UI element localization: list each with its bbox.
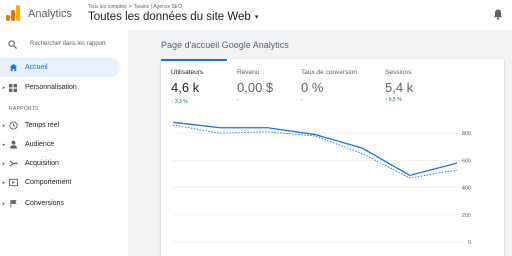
sidebar-item-label: Personnalisation <box>25 84 77 91</box>
breadcrumb: Tous les comptes > Twaino | Agence SEO <box>88 4 182 10</box>
sidebar-item-accueil[interactable]: Accueil <box>0 58 120 77</box>
main-content: Page d'accueil Google Analytics Utilisat… <box>128 30 512 256</box>
home-icon <box>8 63 18 73</box>
report-search[interactable]: Rechercher dans les rapport <box>8 38 123 50</box>
property-selector[interactable]: Toutes les données du site Web ▾ <box>88 11 258 23</box>
sidebar-item-label: Acquisition <box>25 160 59 167</box>
metric-tab-taux-de-conversion[interactable]: Taux de conversion 0 % - <box>291 59 375 111</box>
expand-arrow-icon: ▸ <box>2 179 6 186</box>
sidebar: Rechercher dans les rapport Accueil ▸ Pe… <box>0 30 128 256</box>
metric-tab-revenu[interactable]: Revenu 0,00 $ - <box>227 59 291 111</box>
metric-tab-sessions[interactable]: Sessions 5,4 k ↑ 5,5 % <box>375 59 443 111</box>
users-line-chart: 1 k8006004002000 <box>172 121 471 246</box>
metric-tab-utilisateurs[interactable]: Utilisateurs 4,6 k ↑ 3,3 % <box>161 59 227 111</box>
acquisition-icon <box>8 159 18 169</box>
metric-label: Sessions <box>385 69 412 76</box>
metric-value: 5,4 k <box>385 80 414 95</box>
sidebar-item-label: Temps réel <box>25 122 60 129</box>
metric-change: ↑ 3,3 % <box>171 99 188 105</box>
breadcrumb-item-account[interactable]: Twaino | Agence SEO <box>134 4 183 10</box>
breadcrumb-item-accounts[interactable]: Tous les comptes <box>88 4 127 10</box>
reports-section-title: RAPPORTS <box>9 106 39 112</box>
sidebar-item-label: Conversions <box>25 200 64 207</box>
expand-arrow-icon: ▸ <box>2 84 6 91</box>
grid-icon <box>8 83 18 93</box>
top-app-bar: Analytics Tous les comptes > Twaino | Agen… <box>0 0 512 30</box>
property-title: Toutes les données du site Web <box>88 11 251 23</box>
y-tick-label: 0 <box>468 240 471 246</box>
metric-label: Taux de conversion <box>301 69 358 76</box>
y-tick-label: 800 <box>462 131 471 137</box>
sidebar-item-acquisition[interactable]: ▸ Acquisition <box>0 154 120 173</box>
person-icon <box>8 140 18 150</box>
expand-arrow-icon: ▸ <box>2 122 6 129</box>
metric-label: Revenu <box>237 69 260 76</box>
behavior-icon <box>8 178 18 188</box>
metric-value: 4,6 k <box>171 80 200 95</box>
page-title: Page d'accueil Google Analytics <box>161 40 289 50</box>
caret-down-icon: ▾ <box>254 14 259 21</box>
breadcrumb-separator: > <box>128 4 132 10</box>
app-title: Analytics <box>28 8 73 20</box>
expand-arrow-icon: ▸ <box>2 200 6 207</box>
sidebar-item-temps-reel[interactable]: ▸ Temps réel <box>0 116 120 135</box>
expand-arrow-icon: ▸ <box>2 160 6 167</box>
metric-label: Utilisateurs <box>171 69 204 76</box>
y-tick-label: 600 <box>462 158 471 164</box>
search-icon <box>8 39 17 49</box>
clock-icon <box>8 121 18 131</box>
metric-change: - <box>301 97 303 103</box>
sidebar-item-label: Comportement <box>25 179 72 186</box>
y-tick-label: 200 <box>462 213 471 219</box>
sidebar-item-comportement[interactable]: ▸ Comportement <box>0 173 120 192</box>
analytics-logo-icon[interactable] <box>6 5 20 21</box>
flag-icon <box>8 199 18 209</box>
metric-tabs: Utilisateurs 4,6 k ↑ 3,3 % Revenu 0,00 $… <box>161 59 504 111</box>
expand-arrow-icon: ▸ <box>2 141 6 148</box>
search-placeholder: Rechercher dans les rapport <box>30 41 106 47</box>
metric-change: ↑ 5,5 % <box>385 97 402 103</box>
sidebar-item-conversions[interactable]: ▸ Conversions <box>0 194 120 213</box>
overview-card: Utilisateurs 4,6 k ↑ 3,3 % Revenu 0,00 $… <box>161 59 504 256</box>
series-line-current <box>172 121 458 177</box>
sidebar-item-label: Audience <box>25 141 55 148</box>
sidebar-item-personnalisation[interactable]: ▸ Personnalisation <box>0 78 120 97</box>
metric-value: 0,00 $ <box>237 80 274 95</box>
sidebar-item-audience[interactable]: ▸ Audience <box>0 135 120 154</box>
metric-change: - <box>237 97 239 103</box>
sidebar-item-label: Accueil <box>25 64 48 71</box>
metric-value: 0 % <box>301 80 324 95</box>
bell-icon[interactable] <box>493 9 503 20</box>
y-tick-label: 400 <box>462 186 471 192</box>
